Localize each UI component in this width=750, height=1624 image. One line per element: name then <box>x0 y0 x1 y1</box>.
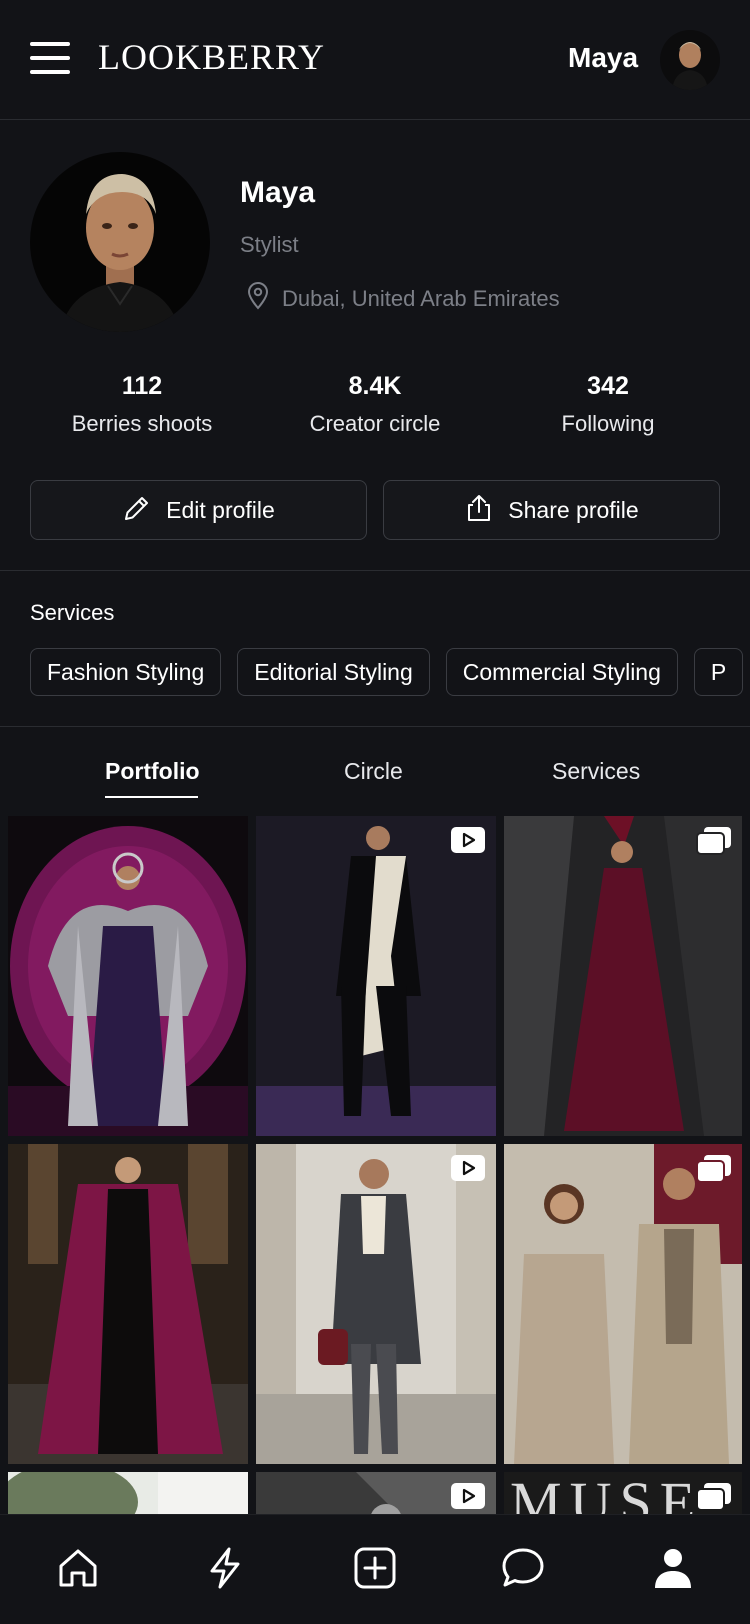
play-icon <box>450 1154 486 1187</box>
stat-value: 342 <box>587 372 629 400</box>
portfolio-tile[interactable] <box>504 816 742 1136</box>
home-icon[interactable] <box>53 1543 103 1593</box>
share-profile-button[interactable]: Share profile <box>383 480 720 540</box>
stat-value: 112 <box>121 372 163 400</box>
location-pin-icon <box>246 282 270 315</box>
bottom-navigation <box>0 1514 750 1624</box>
stat-value: 8.4K <box>348 372 402 400</box>
tile-image <box>256 816 496 1136</box>
stat-creator-circle[interactable]: 8.4K Creator circle <box>255 372 495 437</box>
header-username: Maya <box>568 42 639 73</box>
edit-profile-button[interactable]: Edit profile <box>30 480 367 540</box>
portfolio-tile[interactable] <box>8 1144 248 1464</box>
stat-following[interactable]: 342 Following <box>488 372 728 437</box>
stat-label: Following <box>561 411 655 436</box>
brand-logo[interactable]: LOOKBERRY <box>98 36 325 78</box>
location-text: Dubai, United Arab Emirates <box>282 285 560 311</box>
tile-image <box>8 816 248 1136</box>
profile-avatar[interactable] <box>30 152 210 332</box>
stat-label: Berries shoots <box>71 411 213 436</box>
play-icon <box>450 826 486 859</box>
portfolio-tile[interactable] <box>504 1144 742 1464</box>
stat-berries-shoots[interactable]: 112 Berries shoots <box>22 372 262 437</box>
top-bar: LOOKBERRY Maya <box>0 0 750 120</box>
tab-portfolio[interactable]: Portfolio <box>105 758 200 785</box>
chip-fashion-styling[interactable]: Fashion Styling <box>30 648 222 696</box>
play-icon <box>450 1482 486 1515</box>
share-profile-label: Share profile <box>508 496 639 523</box>
edit-profile-label: Edit profile <box>166 496 275 523</box>
chip-editorial-styling[interactable]: Editorial Styling <box>237 648 430 696</box>
portfolio-tile[interactable] <box>256 816 496 1136</box>
profile-icon[interactable] <box>648 1543 698 1593</box>
header-avatar[interactable] <box>660 30 720 90</box>
chip-commercial-styling[interactable]: Commercial Styling <box>445 648 678 696</box>
active-tab-indicator <box>105 796 198 798</box>
services-chip-row: Fashion Styling Editorial Styling Commer… <box>30 648 744 696</box>
tile-image <box>504 1144 742 1464</box>
profile-location: Dubai, United Arab Emirates <box>246 282 560 315</box>
divider <box>0 570 750 571</box>
chip-truncated-service[interactable]: P <box>693 648 744 696</box>
divider <box>0 726 750 727</box>
chat-icon[interactable] <box>498 1543 548 1593</box>
portfolio-tile[interactable] <box>256 1144 496 1464</box>
services-heading: Services <box>30 600 115 625</box>
gallery-icon <box>696 1482 732 1517</box>
gallery-icon <box>696 826 732 861</box>
tile-image <box>8 1144 248 1464</box>
tile-image <box>504 816 742 1136</box>
tile-image <box>256 1144 496 1464</box>
tab-circle[interactable]: Circle <box>344 758 403 785</box>
stat-label: Creator circle <box>309 411 441 436</box>
lightning-icon[interactable] <box>200 1543 250 1593</box>
profile-role: Stylist <box>240 232 299 257</box>
profile-name: Maya <box>240 176 316 209</box>
gallery-icon <box>696 1154 732 1189</box>
profile-screen: LOOKBERRY Maya Maya Stylist Dubai, Unite… <box>0 0 750 1624</box>
menu-icon[interactable] <box>30 40 70 76</box>
portfolio-tile[interactable] <box>8 816 248 1136</box>
share-icon <box>464 493 494 528</box>
add-icon[interactable] <box>350 1543 400 1593</box>
tab-services[interactable]: Services <box>552 758 640 785</box>
pencil-icon <box>122 493 152 528</box>
